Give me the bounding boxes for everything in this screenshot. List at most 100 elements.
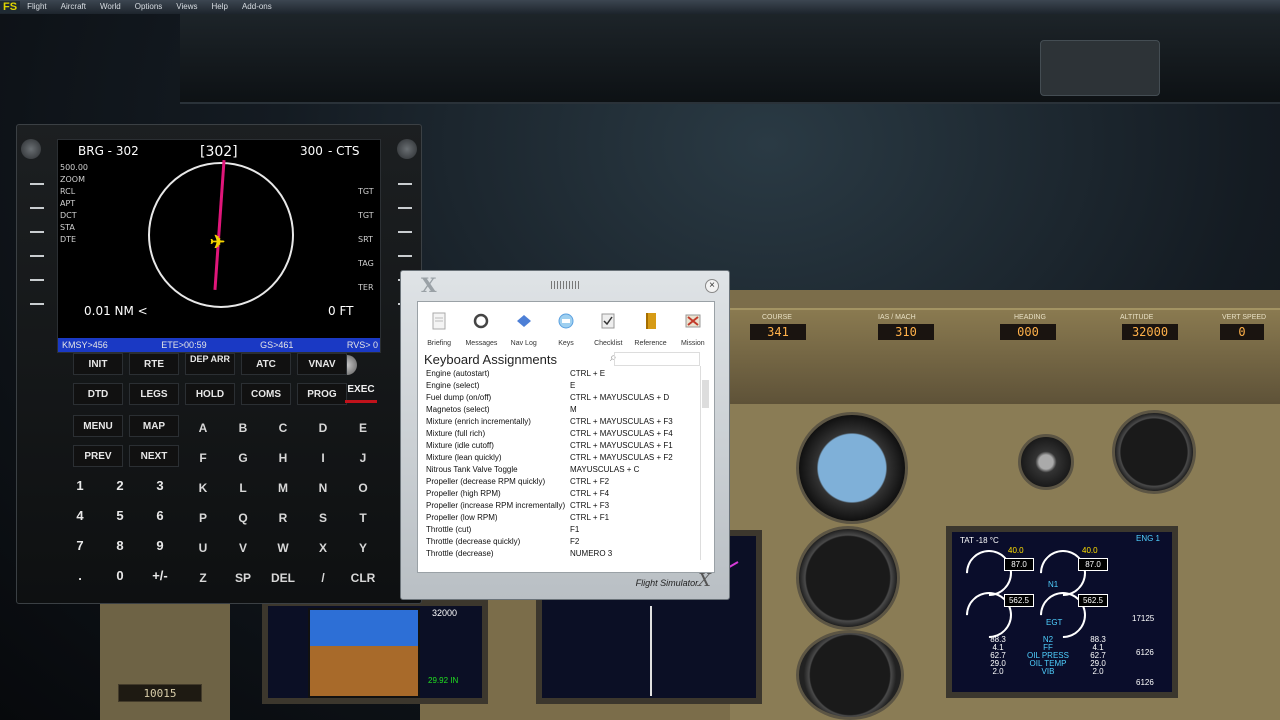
hold-key[interactable]: HOLD [185, 383, 235, 405]
key-e[interactable]: E [347, 415, 379, 441]
key-i[interactable]: I [307, 445, 339, 471]
tab-keys[interactable]: Keys [546, 302, 586, 347]
key-x[interactable]: X [307, 535, 339, 561]
list-item[interactable]: Mixture (lean quickly) CTRL + MAYUSCULAS … [426, 452, 700, 464]
map-key[interactable]: MAP [129, 415, 179, 437]
tab-navlog[interactable]: Nav Log [504, 302, 544, 347]
key-r[interactable]: R [267, 505, 299, 531]
key-y[interactable]: Y [347, 535, 379, 561]
exec-key[interactable]: EXEC [339, 381, 383, 405]
key-b[interactable]: B [227, 415, 259, 441]
key-m[interactable]: M [267, 475, 299, 501]
list-item[interactable]: Propeller (decrease RPM quickly) CTRL + F… [426, 476, 700, 488]
key-o[interactable]: O [347, 475, 379, 501]
key-j[interactable]: J [347, 445, 379, 471]
autobrake-knob[interactable] [1018, 434, 1074, 490]
key-c[interactable]: C [267, 415, 299, 441]
init-ref-key[interactable]: INIT [73, 353, 123, 375]
key-p[interactable]: P [187, 505, 219, 531]
key-d[interactable]: D [307, 415, 339, 441]
prev-page-key[interactable]: PREV [73, 445, 123, 467]
menu-views[interactable]: Views [169, 0, 204, 14]
key-q[interactable]: Q [227, 505, 259, 531]
list-item[interactable]: Engine (autostart) CTRL + E [426, 368, 700, 380]
tab-checklist[interactable]: Checklist [588, 302, 628, 347]
key-h[interactable]: H [267, 445, 299, 471]
key-v[interactable]: V [227, 535, 259, 561]
tab-messages[interactable]: Messages [461, 302, 501, 347]
key-7[interactable]: 7 [63, 533, 97, 559]
lsk-2l[interactable] [27, 203, 47, 213]
key-3[interactable]: 3 [143, 473, 177, 499]
lsk-3r[interactable] [395, 227, 415, 237]
key-w[interactable]: W [267, 535, 299, 561]
list-item[interactable]: Propeller (low RPM) CTRL + F1 [426, 512, 700, 524]
menu-options[interactable]: Options [128, 0, 170, 14]
key-8[interactable]: 8 [103, 533, 137, 559]
key-9[interactable]: 9 [143, 533, 177, 559]
list-scrollbar[interactable] [700, 366, 710, 560]
key-dot[interactable]: . [63, 563, 97, 589]
drag-handle[interactable] [551, 281, 579, 289]
key-k[interactable]: K [187, 475, 219, 501]
key-z[interactable]: Z [187, 565, 219, 591]
coms-key[interactable]: COMS [241, 383, 291, 405]
close-button[interactable]: × [705, 279, 719, 293]
key-a[interactable]: A [187, 415, 219, 441]
list-item[interactable]: Magnetos (select) M [426, 404, 700, 416]
scrollbar-thumb[interactable] [702, 380, 709, 408]
list-item[interactable]: Propeller (increase RPM incrementally) CT… [426, 500, 700, 512]
key-l[interactable]: L [227, 475, 259, 501]
list-item[interactable]: Nitrous Tank Valve Toggle MAYUSCULAS + C [426, 464, 700, 476]
tab-reference[interactable]: Reference [631, 302, 671, 347]
dep-arr-key[interactable]: DEP ARR [185, 353, 235, 375]
menu-key[interactable]: MENU [73, 415, 123, 437]
list-item[interactable]: Fuel dump (on/off) CTRL + MAYUSCULAS + D [426, 392, 700, 404]
list-item[interactable]: Mixture (full rich) CTRL + MAYUSCULAS + F… [426, 428, 700, 440]
list-item[interactable]: Mixture (enrich incrementally) CTRL + MAY… [426, 416, 700, 428]
fix-key[interactable]: DTD [73, 383, 123, 405]
key-t[interactable]: T [347, 505, 379, 531]
key-plus-minus[interactable]: +/- [143, 563, 177, 589]
menu-flight[interactable]: Flight [20, 0, 54, 14]
key-u[interactable]: U [187, 535, 219, 561]
lsk-3l[interactable] [27, 227, 47, 237]
key-0[interactable]: 0 [103, 563, 137, 589]
lsk-1l[interactable] [27, 179, 47, 189]
key-del[interactable]: DEL [267, 565, 299, 591]
key-4[interactable]: 4 [63, 503, 97, 529]
kneeboard-titlebar[interactable]: X × [401, 271, 729, 301]
key-f[interactable]: F [187, 445, 219, 471]
key-g[interactable]: G [227, 445, 259, 471]
menu-aircraft[interactable]: Aircraft [54, 0, 93, 14]
lsk-4l[interactable] [27, 251, 47, 261]
menu-addons[interactable]: Add-ons [235, 0, 279, 14]
lsk-4r[interactable] [395, 251, 415, 261]
key-2[interactable]: 2 [103, 473, 137, 499]
list-item[interactable]: Propeller (high RPM) CTRL + F4 [426, 488, 700, 500]
list-item[interactable]: Throttle (cut) F1 [426, 524, 700, 536]
key-n[interactable]: N [307, 475, 339, 501]
lsk-1r[interactable] [395, 179, 415, 189]
list-item[interactable]: Engine (select) E [426, 380, 700, 392]
rte-key[interactable]: RTE [129, 353, 179, 375]
search-input[interactable] [614, 352, 700, 366]
lsk-2r[interactable] [395, 203, 415, 213]
key-s[interactable]: S [307, 505, 339, 531]
tab-briefing[interactable]: Briefing [419, 302, 459, 347]
lsk-6l[interactable] [27, 299, 47, 309]
key-slash[interactable]: / [307, 565, 339, 591]
legs-key[interactable]: LEGS [129, 383, 179, 405]
key-6[interactable]: 6 [143, 503, 177, 529]
atc-key[interactable]: ATC [241, 353, 291, 375]
next-page-key[interactable]: NEXT [129, 445, 179, 467]
list-item[interactable]: Throttle (decrease quickly) F2 [426, 536, 700, 548]
list-item[interactable]: Throttle (decrease) NUMERO 3 [426, 548, 700, 560]
list-item[interactable]: Mixture (idle cutoff) CTRL + MAYUSCULAS +… [426, 440, 700, 452]
key-sp[interactable]: SP [227, 565, 259, 591]
key-5[interactable]: 5 [103, 503, 137, 529]
lsk-5l[interactable] [27, 275, 47, 285]
key-clr[interactable]: CLR [347, 565, 379, 591]
menu-world[interactable]: World [93, 0, 128, 14]
key-1[interactable]: 1 [63, 473, 97, 499]
